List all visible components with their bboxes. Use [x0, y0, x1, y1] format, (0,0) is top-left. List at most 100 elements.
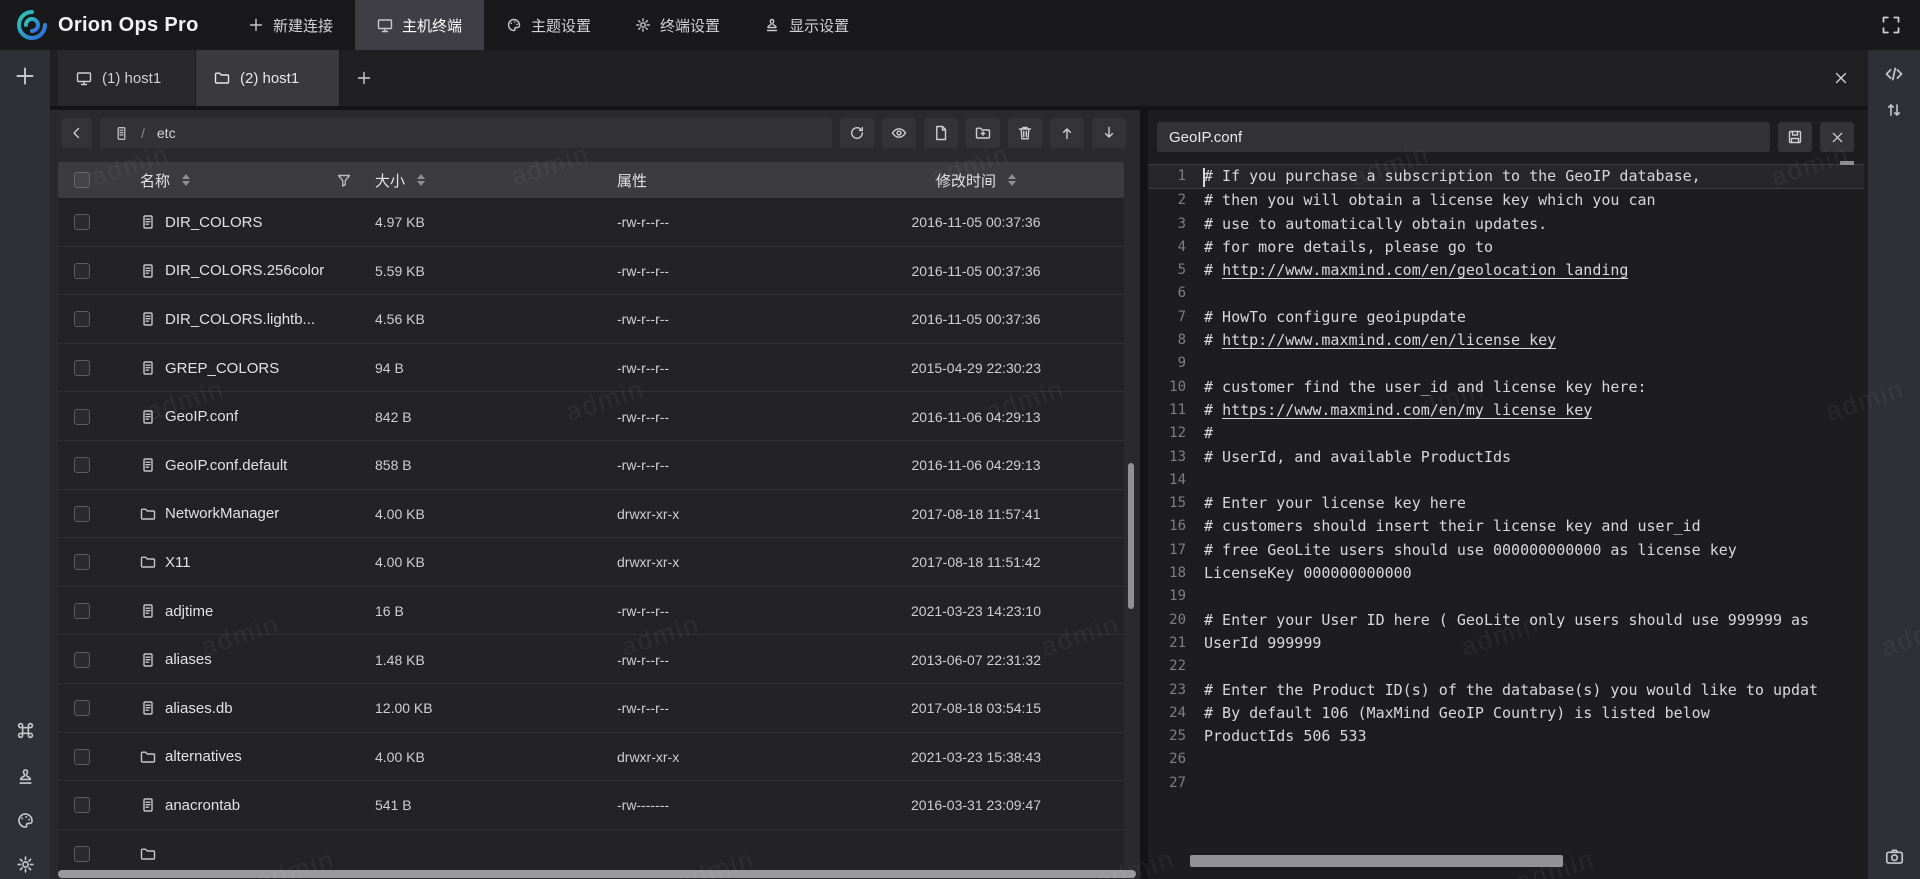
file-name-cell[interactable]: NetworkManager — [140, 490, 279, 539]
file-mtime-cell: 2017-08-18 03:54:15 — [828, 684, 1124, 733]
row-checkbox[interactable] — [74, 587, 90, 636]
download-button[interactable] — [1092, 118, 1126, 148]
table-row[interactable]: alternatives4.00 KBdrwxr-xr-x2021-03-23 … — [58, 733, 1124, 782]
row-checkbox[interactable] — [74, 830, 90, 871]
nav-terminal-settings[interactable]: 终端设置 — [613, 0, 742, 50]
row-checkbox[interactable] — [74, 295, 90, 344]
filter-funnel-icon[interactable] — [336, 172, 352, 188]
row-checkbox[interactable] — [74, 247, 90, 296]
camera-icon[interactable] — [1868, 838, 1920, 874]
tab-2[interactable]: (2) host1 — [196, 50, 340, 106]
close-panel-icon[interactable] — [1828, 67, 1854, 89]
editor-vertical-scrollbar[interactable] — [1840, 161, 1854, 165]
command-icon[interactable] — [0, 712, 50, 748]
table-row[interactable]: anacrontab541 B-rw-------2016-03-31 23:0… — [58, 781, 1124, 830]
fullscreen-icon[interactable] — [1878, 14, 1904, 36]
gear-icon[interactable] — [0, 846, 50, 879]
row-checkbox[interactable] — [74, 538, 90, 587]
file-name-cell[interactable] — [140, 830, 156, 871]
file-name-cell[interactable]: GREP_COLORS — [140, 344, 279, 393]
row-checkbox[interactable] — [74, 441, 90, 490]
code-editor[interactable]: 1# If you purchase a subscription to the… — [1148, 164, 1864, 849]
code-link[interactable]: http://www.maxmind.com/en/license_key — [1222, 331, 1556, 349]
new-file-button[interactable] — [924, 118, 958, 148]
table-row[interactable] — [58, 830, 1124, 871]
file-name-cell[interactable]: aliases.db — [140, 684, 233, 733]
file-size-cell: 4.00 KB — [375, 538, 425, 587]
file-name-cell[interactable]: adjtime — [140, 587, 213, 636]
path-input[interactable]: / etc — [100, 118, 832, 148]
row-checkbox[interactable] — [74, 733, 90, 782]
file-name-cell[interactable]: GeoIP.conf — [140, 392, 238, 441]
save-button[interactable] — [1778, 122, 1812, 152]
tab-1[interactable]: (1) host1 — [58, 50, 196, 106]
table-row[interactable]: aliases1.48 KB-rw-r--r--2013-06-07 22:31… — [58, 635, 1124, 684]
table-row[interactable]: GeoIP.conf.default858 B-rw-r--r--2016-11… — [58, 441, 1124, 490]
refresh-button[interactable] — [840, 118, 874, 148]
sort-carets-icon[interactable] — [417, 174, 425, 186]
sort-lines-icon[interactable] — [1868, 92, 1920, 128]
column-header-size[interactable]: 大小 — [375, 162, 425, 198]
table-row[interactable]: DIR_COLORS.256color5.59 KB-rw-r--r--2016… — [58, 247, 1124, 296]
code-line: 18LicenseKey 000000000000 — [1148, 562, 1864, 585]
table-row[interactable]: DIR_COLORS.lightb...4.56 KB-rw-r--r--201… — [58, 295, 1124, 344]
file-name-cell[interactable]: DIR_COLORS.256color — [140, 247, 324, 296]
code-link[interactable]: https://www.maxmind.com/en/my_license_ke… — [1222, 401, 1592, 419]
back-button[interactable] — [62, 118, 92, 148]
filename-input[interactable]: GeoIP.conf — [1157, 122, 1770, 152]
file-name-cell[interactable]: aliases — [140, 635, 212, 684]
file-mtime-cell: 2016-11-05 00:37:36 — [828, 247, 1124, 296]
file-name-cell[interactable]: GeoIP.conf.default — [140, 441, 287, 490]
table-row[interactable]: aliases.db12.00 KB-rw-r--r--2017-08-18 0… — [58, 684, 1124, 733]
table-vertical-scrollbar[interactable] — [1128, 463, 1134, 609]
line-number: 1 — [1148, 165, 1192, 188]
file-name-cell[interactable]: anacrontab — [140, 781, 240, 830]
line-number: 3 — [1148, 213, 1192, 236]
new-folder-button[interactable] — [966, 118, 1000, 148]
palette-icon[interactable] — [0, 802, 50, 838]
table-row[interactable]: adjtime16 B-rw-r--r--2021-03-23 14:23:10 — [58, 587, 1124, 636]
row-checkbox[interactable] — [74, 490, 90, 539]
code-line: 15# Enter your license key here — [1148, 492, 1864, 515]
stamp-icon[interactable] — [0, 758, 50, 794]
file-manager-panel: / etc 名称 大小 属性 修改 — [50, 110, 1140, 879]
close-editor-button[interactable] — [1820, 122, 1854, 152]
row-checkbox[interactable] — [74, 392, 90, 441]
table-row[interactable]: DIR_COLORS4.97 KB-rw-r--r--2016-11-05 00… — [58, 198, 1124, 247]
table-row[interactable]: GREP_COLORS94 B-rw-r--r--2015-04-29 22:3… — [58, 344, 1124, 393]
nav-display-settings[interactable]: 显示设置 — [742, 0, 871, 50]
row-checkbox[interactable] — [74, 781, 90, 830]
line-number: 2 — [1148, 189, 1192, 212]
row-checkbox[interactable] — [74, 344, 90, 393]
select-all-checkbox[interactable] — [74, 162, 90, 198]
delete-button[interactable] — [1008, 118, 1042, 148]
nav-theme-settings[interactable]: 主题设置 — [484, 0, 613, 50]
column-header-mtime[interactable]: 修改时间 — [828, 162, 1124, 198]
upload-button[interactable] — [1050, 118, 1084, 148]
row-checkbox[interactable] — [74, 198, 90, 247]
file-name-cell[interactable]: DIR_COLORS.lightb... — [140, 295, 315, 344]
file-name-cell[interactable]: X11 — [140, 538, 191, 587]
table-horizontal-scrollbar[interactable] — [58, 870, 1136, 878]
table-row[interactable]: GeoIP.conf842 B-rw-r--r--2016-11-06 04:2… — [58, 392, 1124, 441]
sort-carets-icon[interactable] — [182, 174, 190, 186]
nav-host-terminal[interactable]: 主机终端 — [355, 0, 484, 50]
code-line: 8# http://www.maxmind.com/en/license_key — [1148, 329, 1864, 352]
row-checkbox[interactable] — [74, 635, 90, 684]
new-tab-button[interactable] — [350, 67, 378, 89]
tab-label: (1) host1 — [102, 70, 161, 87]
column-header-name[interactable]: 名称 — [140, 162, 190, 198]
table-row[interactable]: NetworkManager4.00 KBdrwxr-xr-x2017-08-1… — [58, 490, 1124, 539]
add-button[interactable] — [0, 58, 50, 94]
code-view-icon[interactable] — [1868, 56, 1920, 92]
code-link[interactable]: http://www.maxmind.com/en/geolocation_la… — [1222, 261, 1628, 279]
row-checkbox[interactable] — [74, 684, 90, 733]
preview-button[interactable] — [882, 118, 916, 148]
editor-horizontal-scrollbar[interactable] — [1190, 855, 1563, 867]
line-text: # use to automatically obtain updates. — [1192, 213, 1547, 236]
file-name-cell[interactable]: DIR_COLORS — [140, 198, 263, 247]
table-row[interactable]: X114.00 KBdrwxr-xr-x2017-08-18 11:51:42 — [58, 538, 1124, 587]
sort-carets-icon[interactable] — [1008, 174, 1016, 186]
nav-new-connection[interactable]: 新建连接 — [226, 0, 355, 50]
file-name-cell[interactable]: alternatives — [140, 733, 242, 782]
